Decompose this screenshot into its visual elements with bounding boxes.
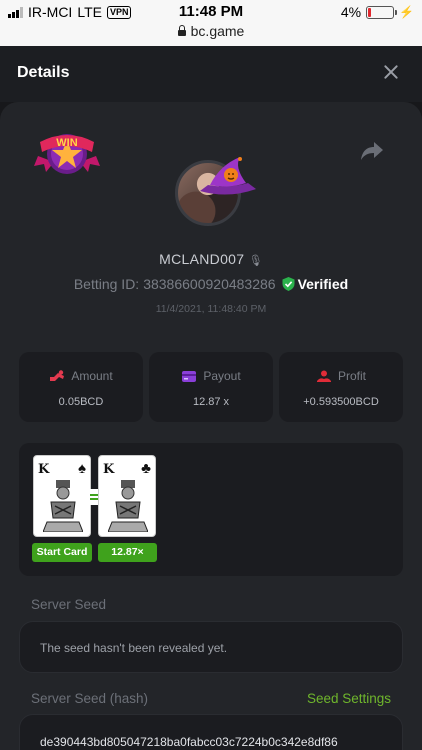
payout-stat: Payout 12.87 x	[149, 352, 273, 422]
charging-icon: ⚡	[399, 5, 414, 19]
server-seed-value: The seed hasn't been revealed yet.	[40, 641, 228, 655]
verified-badge: Verified	[282, 276, 349, 292]
profit-value: +0.593500BCD	[303, 396, 379, 408]
betting-id-row: Betting ID: 38386600920483286 Verified	[0, 276, 422, 292]
amount-value: 0.05BCD	[58, 396, 104, 408]
start-playing-card: K ♠	[33, 455, 91, 537]
address-bar[interactable]: bc.game	[0, 23, 422, 39]
king-figure-icon	[43, 480, 83, 532]
win-badge-icon: WIN	[34, 134, 100, 174]
server-seed-label: Server Seed	[31, 597, 107, 612]
status-right: 4% ⚡	[341, 4, 414, 20]
king-figure-icon	[108, 480, 148, 532]
betting-id-label: Betting ID:	[73, 276, 140, 292]
amount-icon	[50, 369, 65, 381]
lock-icon	[177, 25, 186, 36]
page-title: Details	[17, 64, 70, 81]
share-icon[interactable]	[360, 140, 384, 162]
payout-value: 12.87 x	[192, 396, 230, 408]
battery-icon	[366, 5, 398, 19]
verified-text: Verified	[297, 276, 349, 292]
club-icon: ♣	[141, 460, 151, 477]
result-playing-card: K ♣	[98, 455, 156, 537]
shield-check-icon	[282, 277, 295, 291]
witch-hat-icon	[200, 157, 256, 195]
start-card-tag: Start Card	[32, 543, 92, 562]
payout-label: Payout	[203, 369, 241, 383]
profit-stat: Profit +0.593500BCD	[279, 352, 403, 422]
battery-percent: 4%	[340, 4, 362, 20]
server-seed-hash-label: Server Seed (hash)	[31, 691, 149, 706]
server-seed-hash-value: de390443bd805047218ba0fabcc03c7224b0c342…	[40, 735, 338, 749]
bet-datetime: 11/4/2021, 11:48:40 PM	[155, 303, 267, 315]
card-rank: K	[103, 462, 115, 477]
modal-header: Details	[0, 46, 422, 102]
hidden-icon: 🎙	[248, 255, 263, 267]
multiplier-tag: 12.87×	[98, 543, 157, 562]
url-text: bc.game	[190, 23, 245, 39]
amount-stat: Amount 0.05BCD	[19, 352, 143, 422]
username-text: MCLAND007	[159, 251, 245, 267]
payout-icon	[182, 370, 197, 382]
betting-id-value[interactable]: 38386600920483286	[143, 276, 275, 292]
status-bar: IR-MCI LTE VPN 11:48 PM 4% ⚡ bc.game	[0, 0, 422, 46]
win-badge-text: WIN	[56, 137, 77, 149]
username: MCLAND007 🎙	[0, 251, 422, 267]
profit-icon	[316, 370, 331, 382]
close-icon[interactable]	[380, 62, 402, 84]
amount-label: Amount	[71, 369, 113, 383]
server-seed-hash-field[interactable]: de390443bd805047218ba0fabcc03c7224b0c342…	[19, 714, 403, 750]
server-seed-field: The seed hasn't been revealed yet.	[19, 621, 403, 673]
profit-label: Profit	[337, 369, 366, 383]
seed-settings-link[interactable]: Seed Settings	[307, 691, 391, 706]
spade-icon: ♠	[78, 460, 86, 477]
card-rank: K	[38, 462, 50, 477]
